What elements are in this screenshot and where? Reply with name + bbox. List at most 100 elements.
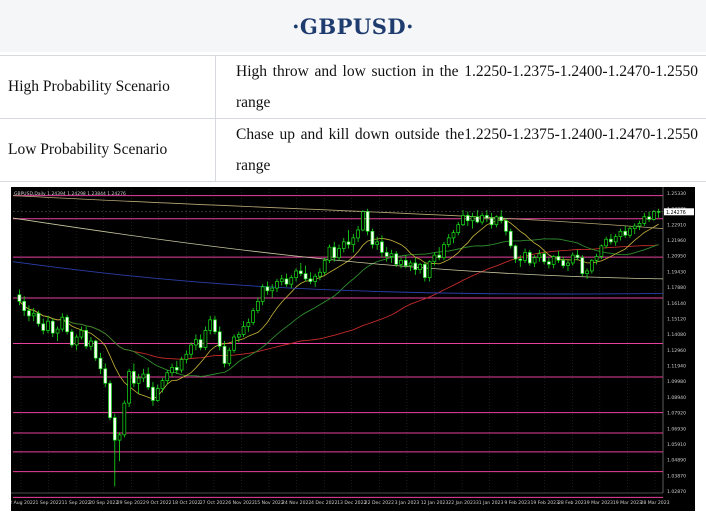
candle-body [552,256,555,264]
candle-body [161,381,164,389]
candle-body [528,252,531,263]
candle-body [609,239,612,242]
candle-body [276,282,279,289]
candle-body [128,371,131,403]
x-tick-label: 22 Dec 2022 [365,500,394,506]
candle-body [261,287,264,302]
y-tick-label: 1.12960 [667,348,686,354]
candle-body [47,321,50,330]
candle-body [357,230,360,238]
y-tick-label: 1.02870 [667,489,686,495]
candle-body [509,231,512,246]
y-tick-label: 1.07920 [667,411,686,417]
candle-body [89,341,92,346]
candle-body [595,256,598,260]
candle-body [190,345,193,354]
candle-body [18,295,21,302]
candle-body [504,221,507,232]
y-tick-label: 1.08940 [667,395,686,401]
y-tick-label: 1.06930 [667,426,686,432]
candle-body [256,301,259,310]
candle-body [295,271,298,278]
x-tick-label: 19 Mar 2023 [613,500,642,506]
table-row: High Probability Scenario High throw and… [0,56,706,119]
candle-body [500,217,503,221]
candle-body [285,279,288,284]
candle-body [385,252,388,256]
scenario-text-low: Chase up and kill down outside the1.2250… [216,119,706,182]
price-chart: 22 Aug 20221 Sep 202211 Sep 202220 Sep 2… [11,187,695,511]
candle-body [419,264,422,269]
y-tick-label: 1.19430 [667,269,686,275]
candle-body [151,387,154,400]
candle-body [304,274,307,279]
candle-body [495,217,498,225]
candle-body [323,260,326,272]
x-tick-label: 3 Jan 2023 [395,500,420,506]
candle-body [423,264,426,277]
candle-body [524,252,527,260]
x-tick-label: 22 Aug 2022 [11,500,36,506]
candle-body [242,326,245,334]
candle-body [476,217,479,222]
candle-body [204,330,207,347]
candle-body [113,418,116,440]
candle-body [142,374,145,378]
candle-body [442,245,445,258]
candle-body [648,217,651,220]
candle-body [633,226,636,229]
candle-body [61,317,64,329]
y-tick-label: 1.17880 [667,285,686,291]
candle-body [338,248,341,257]
y-tick-label: 1.21960 [667,238,686,244]
candle-body [252,311,255,323]
candle-body [571,255,574,263]
candle-body [414,263,417,270]
candle-body [452,233,455,238]
candle-body [471,217,474,221]
x-tick-label: 9 Feb 2023 [504,500,530,506]
x-tick-label: 27 Oct 2022 [200,500,228,506]
candle-body [280,279,283,282]
y-tick-label: 1.04890 [667,458,686,464]
x-tick-label: 6 Nov 2022 [228,500,255,506]
candle-body [314,276,317,281]
price-chart-svg: 22 Aug 20221 Sep 202211 Sep 202220 Sep 2… [11,187,695,511]
candle-body [576,255,579,258]
candle-body [185,354,188,359]
candle-body [213,320,216,332]
x-tick-label: 1 Sep 2022 [35,500,61,506]
y-tick-label: 1.25330 [667,191,686,197]
candle-body [490,218,493,225]
candle-body [347,242,350,245]
candle-body [462,215,465,224]
candle-body [519,259,522,260]
x-tick-label: 31 Jan 2023 [476,500,504,506]
candle-body [23,301,26,310]
y-tick-label: 1.05910 [667,442,686,448]
candle-body [629,229,632,236]
candle-body [80,330,83,337]
candle-body [85,330,88,346]
candle-body [209,320,212,331]
candle-body [433,255,436,262]
candle-body [199,340,202,348]
x-tick-label: 12 Jan 2023 [421,500,449,506]
candle-body [137,378,140,383]
candle-body [171,367,174,372]
candle-body [566,263,569,266]
candle-body [309,279,312,282]
candle-body [466,215,469,220]
x-tick-label: 22 Jan 2023 [448,500,476,506]
candle-body [409,263,412,266]
candle-body [271,288,274,291]
candle-body [605,239,608,246]
candle-body [333,247,336,258]
candle-body [318,272,321,276]
x-tick-label: 20 Sep 2022 [89,500,118,506]
candle-body [361,211,364,230]
x-tick-label: 15 Nov 2022 [254,500,283,506]
x-tick-label: 29 Sep 2022 [117,500,146,506]
candle-body [342,242,345,249]
candle-body [538,254,541,258]
